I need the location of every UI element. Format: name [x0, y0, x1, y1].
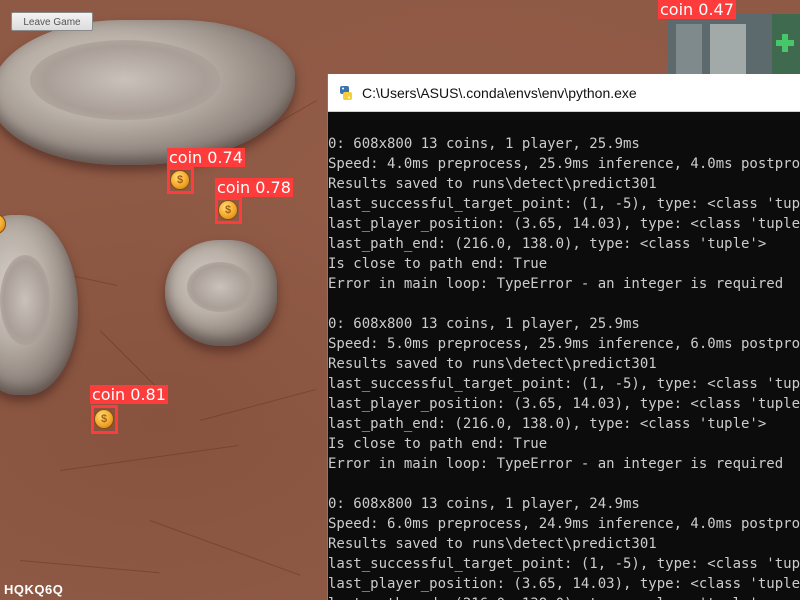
console-line: Error in main loop: TypeError - an integ… [328, 456, 784, 472]
console-line: 0: 608x800 13 coins, 1 player, 25.9ms [328, 316, 640, 332]
console-title: C:\Users\ASUS\.conda\envs\env\python.exe [362, 85, 637, 101]
console-window[interactable]: C:\Users\ASUS\.conda\envs\env\python.exe… [327, 74, 800, 600]
rock-medium [165, 240, 277, 346]
ground-crack [59, 444, 239, 471]
room-code: HQKQ6Q [4, 582, 64, 597]
console-line: Speed: 4.0ms preprocess, 25.9ms inferenc… [328, 156, 800, 172]
console-titlebar[interactable]: C:\Users\ASUS\.conda\envs\env\python.exe [328, 74, 800, 112]
ground-crack [199, 388, 317, 421]
console-line: last_successful_target_point: (1, -5), t… [328, 376, 800, 392]
map-tiles-corner [668, 14, 800, 76]
ground-crack [149, 520, 301, 576]
rock-large [0, 20, 295, 165]
console-line: 0: 608x800 13 coins, 1 player, 24.9ms [328, 496, 640, 512]
console-line: last_player_position: (3.65, 14.03), typ… [328, 396, 800, 412]
leave-game-button[interactable]: Leave Game [11, 12, 93, 31]
console-line: Is close to path end: True [328, 436, 548, 452]
green-cross-icon [776, 34, 794, 52]
console-line: last_successful_target_point: (1, -5), t… [328, 556, 800, 572]
console-line: Results saved to runs\detect\predict301 [328, 356, 657, 372]
console-line: last_path_end: (216.0, 138.0), type: <cl… [328, 594, 800, 600]
console-line: Speed: 6.0ms preprocess, 24.9ms inferenc… [328, 516, 800, 532]
gray-tile [710, 24, 746, 76]
gray-tile [676, 24, 702, 76]
console-line: last_player_position: (3.65, 14.03), typ… [328, 576, 800, 592]
console-line: Speed: 5.0ms preprocess, 25.9ms inferenc… [328, 336, 800, 352]
console-line: 0: 608x800 13 coins, 1 player, 25.9ms [328, 136, 640, 152]
coin-icon: $ [170, 170, 190, 190]
python-icon [340, 86, 352, 100]
rock-left [0, 215, 78, 395]
detection-label: coin 0.74 [167, 148, 245, 167]
console-line: Is close to path end: True [328, 256, 548, 272]
console-line: last_successful_target_point: (1, -5), t… [328, 196, 800, 212]
coin-icon: $ [218, 200, 238, 220]
detection-label: coin 0.47 [658, 0, 736, 19]
console-line: last_player_position: (3.65, 14.03), typ… [328, 216, 800, 232]
console-line: Error in main loop: TypeError - an integ… [328, 276, 784, 292]
console-line: last_path_end: (216.0, 138.0), type: <cl… [328, 416, 767, 432]
ground-crack [19, 560, 160, 574]
console-line: Results saved to runs\detect\predict301 [328, 536, 657, 552]
console-line: last_path_end: (216.0, 138.0), type: <cl… [328, 236, 767, 252]
console-line: Results saved to runs\detect\predict301 [328, 176, 657, 192]
console-output: 0: 608x800 13 coins, 1 player, 25.9ms Spe… [328, 134, 800, 600]
coin-icon: $ [94, 409, 114, 429]
detection-label: coin 0.81 [90, 385, 168, 404]
detection-label: coin 0.78 [215, 178, 293, 197]
